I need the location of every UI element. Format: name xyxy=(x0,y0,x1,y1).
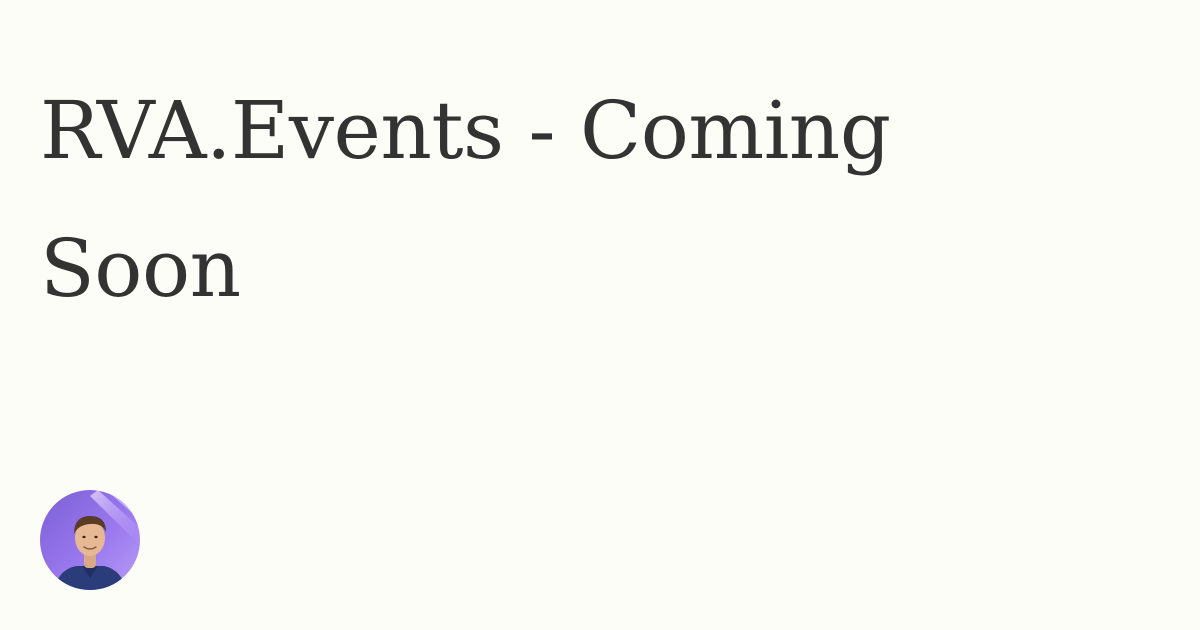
author-avatar xyxy=(40,490,140,590)
page-title: RVA.Events - Coming Soon xyxy=(40,84,891,315)
avatar-photo-icon xyxy=(40,490,140,590)
social-card: RVA.Events - Coming Soon xyxy=(0,0,1200,630)
